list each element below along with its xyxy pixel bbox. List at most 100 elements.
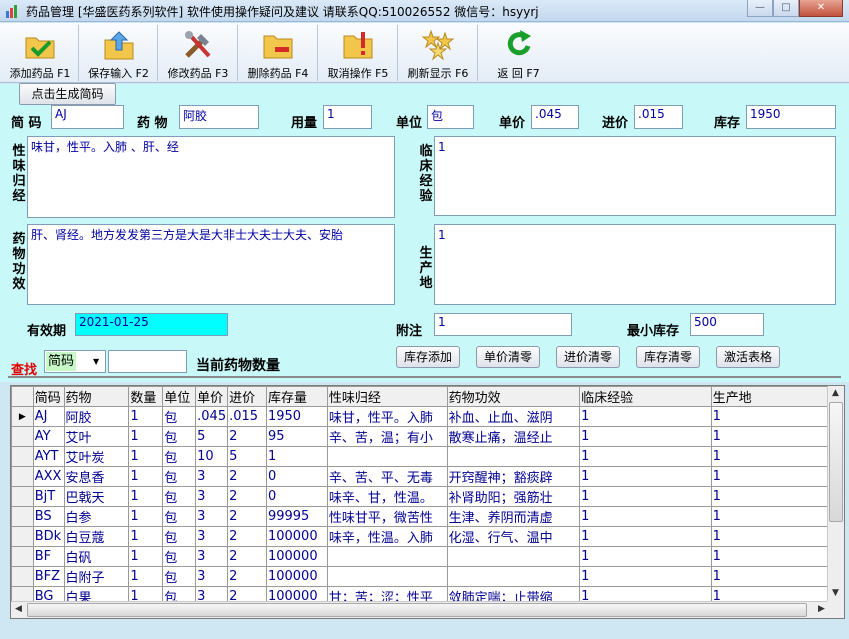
vertical-scroll-thumb[interactable] bbox=[829, 402, 843, 522]
column-header[interactable]: 药物 bbox=[63, 386, 130, 407]
drug-table[interactable]: 简码 药物 数量 单位 单价 进价 库存量 性味归经 药物功效 临床经验 生产地… bbox=[10, 385, 845, 619]
table-cell[interactable]: 1950 bbox=[265, 406, 328, 427]
table-cell[interactable]: 辛、苦，温；有小 bbox=[326, 426, 448, 447]
unit-field[interactable]: 包 bbox=[427, 105, 474, 129]
table-cell[interactable]: AXX bbox=[32, 466, 65, 487]
table-cell[interactable]: 包 bbox=[162, 466, 197, 487]
table-cell[interactable]: 1 bbox=[128, 486, 164, 507]
table-cell[interactable]: 1 bbox=[128, 406, 164, 427]
table-cell[interactable]: 3 bbox=[195, 526, 229, 547]
price-field[interactable]: .045 bbox=[531, 105, 579, 129]
table-cell[interactable]: 1 bbox=[128, 546, 164, 567]
table-cell[interactable]: 100000 bbox=[265, 566, 328, 587]
table-row[interactable]: BF 白矾 1 包 3 2 100000 1 1 bbox=[11, 546, 844, 567]
table-cell[interactable]: 10 bbox=[195, 446, 229, 467]
table-cell[interactable]: BjT bbox=[32, 486, 65, 507]
table-cell[interactable]: AYT bbox=[32, 446, 65, 467]
table-cell[interactable]: 1 bbox=[710, 406, 844, 427]
origin-textarea[interactable]: 1 bbox=[434, 224, 836, 305]
table-cell[interactable]: 包 bbox=[162, 526, 197, 547]
table-cell[interactable]: 100000 bbox=[265, 526, 328, 547]
dosage-field[interactable]: 1 bbox=[323, 105, 372, 129]
row-indicator[interactable] bbox=[11, 486, 34, 507]
scroll-down-icon[interactable]: ▼ bbox=[828, 586, 843, 601]
table-cell[interactable]: 包 bbox=[162, 486, 197, 507]
row-indicator[interactable] bbox=[11, 566, 34, 587]
table-cell[interactable]: 1 bbox=[710, 426, 844, 447]
row-indicator[interactable] bbox=[11, 546, 34, 567]
price-clear-button[interactable]: 单价清零 bbox=[476, 346, 540, 368]
table-cell[interactable]: 生津、养阴而清虚 bbox=[446, 506, 581, 527]
table-cell[interactable]: 1 bbox=[579, 446, 712, 467]
row-indicator[interactable] bbox=[11, 446, 34, 467]
table-cell[interactable] bbox=[446, 546, 581, 567]
table-cell[interactable] bbox=[326, 566, 448, 587]
activate-table-button[interactable]: 激活表格 bbox=[716, 346, 780, 368]
cost-field[interactable]: .015 bbox=[634, 105, 683, 129]
search-field-select[interactable]: 简码 ▼ bbox=[44, 350, 106, 373]
min-stock-field[interactable]: 500 bbox=[690, 313, 764, 336]
table-cell[interactable]: 味甘，性平。入肺 bbox=[326, 406, 448, 427]
table-cell[interactable] bbox=[326, 546, 448, 567]
table-cell[interactable]: 包 bbox=[162, 546, 197, 567]
table-cell[interactable]: AY bbox=[32, 426, 65, 447]
horizontal-scrollbar[interactable]: ◀ ▶ bbox=[11, 601, 829, 618]
scroll-up-icon[interactable]: ▲ bbox=[828, 386, 843, 401]
table-cell[interactable]: BDk bbox=[32, 526, 65, 547]
table-cell[interactable]: 1 bbox=[579, 546, 712, 567]
column-header[interactable]: 生产地 bbox=[710, 386, 844, 407]
table-cell[interactable]: 2 bbox=[227, 506, 267, 527]
table-cell[interactable]: 2 bbox=[227, 466, 267, 487]
column-header[interactable]: 药物功效 bbox=[446, 386, 581, 407]
table-cell[interactable]: 2 bbox=[227, 566, 267, 587]
minimize-button[interactable]: — bbox=[747, 0, 773, 17]
table-cell[interactable]: 5 bbox=[227, 446, 267, 467]
table-cell[interactable]: 1 bbox=[710, 546, 844, 567]
table-cell[interactable]: 阿胶 bbox=[63, 406, 130, 427]
table-cell[interactable]: .045 bbox=[195, 406, 229, 427]
table-cell[interactable]: BF bbox=[32, 546, 65, 567]
cancel-operation-button[interactable]: 取消操作 F5 bbox=[319, 25, 398, 81]
nature-textarea[interactable]: 味甘，性平。入肺 、肝、经 bbox=[27, 136, 395, 218]
table-cell[interactable]: 3 bbox=[195, 566, 229, 587]
row-indicator[interactable] bbox=[11, 426, 34, 447]
table-row[interactable]: AXX 安息香 1 包 3 2 0 辛、苦、平、无毒 开窍醒神；豁痰辟 1 1 bbox=[11, 466, 844, 487]
row-indicator[interactable]: ▶ bbox=[11, 406, 34, 427]
table-cell[interactable]: 1 bbox=[128, 526, 164, 547]
table-cell[interactable]: 2 bbox=[227, 546, 267, 567]
row-indicator[interactable] bbox=[11, 466, 34, 487]
table-row[interactable]: BS 白参 1 包 3 2 99995 性味甘平，微苦性 生津、养阴而清虚 1 1 bbox=[11, 506, 844, 527]
horizontal-scroll-thumb[interactable] bbox=[27, 603, 807, 617]
effect-textarea[interactable]: 肝、肾经。地方发发第三方是大是大非士大夫士大夫、安胎 bbox=[27, 224, 395, 305]
table-cell[interactable]: 性味甘平，微苦性 bbox=[326, 506, 448, 527]
table-cell[interactable]: 2 bbox=[227, 486, 267, 507]
table-cell[interactable]: 1 bbox=[579, 426, 712, 447]
table-cell[interactable]: 味辛、甘，性温。 bbox=[326, 486, 448, 507]
table-cell[interactable]: AJ bbox=[32, 406, 65, 427]
table-cell[interactable]: 1 bbox=[128, 426, 164, 447]
maximize-button[interactable]: □ bbox=[773, 0, 799, 17]
table-cell[interactable]: 3 bbox=[195, 466, 229, 487]
table-cell[interactable]: 1 bbox=[579, 506, 712, 527]
table-cell[interactable]: 辛、苦、平、无毒 bbox=[326, 466, 448, 487]
table-cell[interactable]: 2 bbox=[227, 526, 267, 547]
table-cell[interactable] bbox=[446, 566, 581, 587]
table-cell[interactable]: 3 bbox=[195, 486, 229, 507]
table-cell[interactable]: BFZ bbox=[32, 566, 65, 587]
vertical-scrollbar[interactable]: ▲ ▼ bbox=[827, 386, 844, 601]
table-cell[interactable]: 1 bbox=[265, 446, 328, 467]
column-header[interactable]: 数量 bbox=[128, 386, 164, 407]
table-cell[interactable]: 白附子 bbox=[63, 566, 130, 587]
table-cell[interactable]: 白豆蔻 bbox=[63, 526, 130, 547]
table-cell[interactable]: 1 bbox=[710, 526, 844, 547]
table-cell[interactable]: 1 bbox=[710, 446, 844, 467]
stock-add-button[interactable]: 库存添加 bbox=[396, 346, 460, 368]
table-cell[interactable]: 1 bbox=[579, 466, 712, 487]
table-cell[interactable]: 包 bbox=[162, 406, 197, 427]
expiry-date-field[interactable]: 2021-01-25 bbox=[75, 313, 228, 336]
add-drug-button[interactable]: 添加药品 F1 bbox=[2, 25, 79, 81]
table-cell[interactable]: 开窍醒神；豁痰辟 bbox=[446, 466, 581, 487]
table-cell[interactable]: 1 bbox=[128, 466, 164, 487]
table-cell[interactable]: 5 bbox=[195, 426, 229, 447]
table-cell[interactable]: 艾叶炭 bbox=[63, 446, 130, 467]
